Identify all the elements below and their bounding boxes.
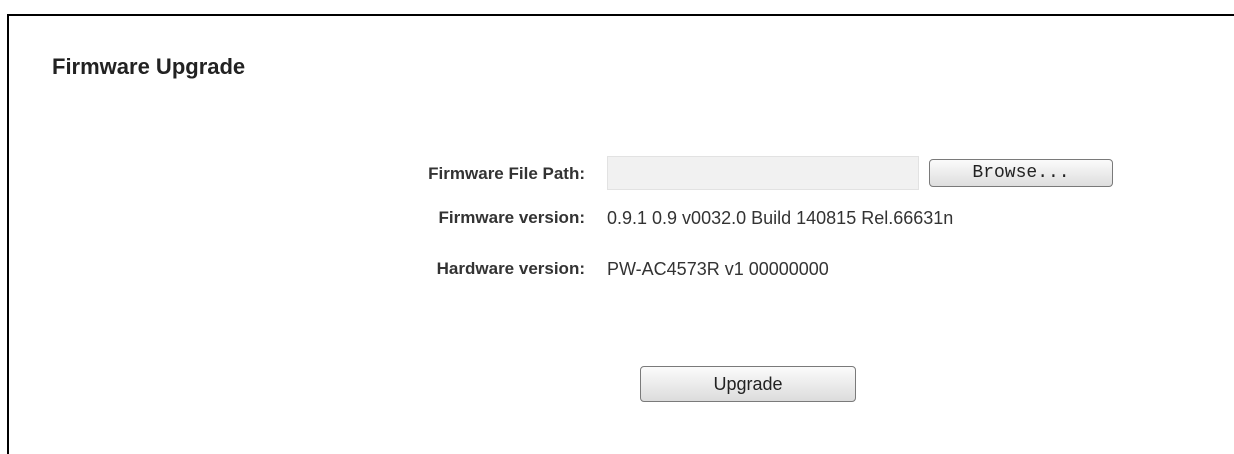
upgrade-button[interactable]: Upgrade bbox=[640, 366, 856, 402]
hardware-version-row: Hardware version: PW-AC4573R v1 00000000 bbox=[0, 254, 1234, 284]
firmware-version-value: 0.9.1 0.9 v0032.0 Build 140815 Rel.66631… bbox=[607, 208, 954, 228]
browse-button[interactable]: Browse... bbox=[929, 159, 1113, 187]
firmware-file-path-input[interactable] bbox=[607, 156, 919, 190]
firmware-file-path-label: Firmware File Path: bbox=[428, 164, 585, 183]
hardware-version-value: PW-AC4573R v1 00000000 bbox=[607, 259, 829, 279]
firmware-version-label: Firmware version: bbox=[438, 208, 585, 227]
firmware-version-row: Firmware version: 0.9.1 0.9 v0032.0 Buil… bbox=[0, 203, 1234, 233]
page-title: Firmware Upgrade bbox=[52, 54, 246, 79]
hardware-version-label: Hardware version: bbox=[436, 259, 585, 278]
